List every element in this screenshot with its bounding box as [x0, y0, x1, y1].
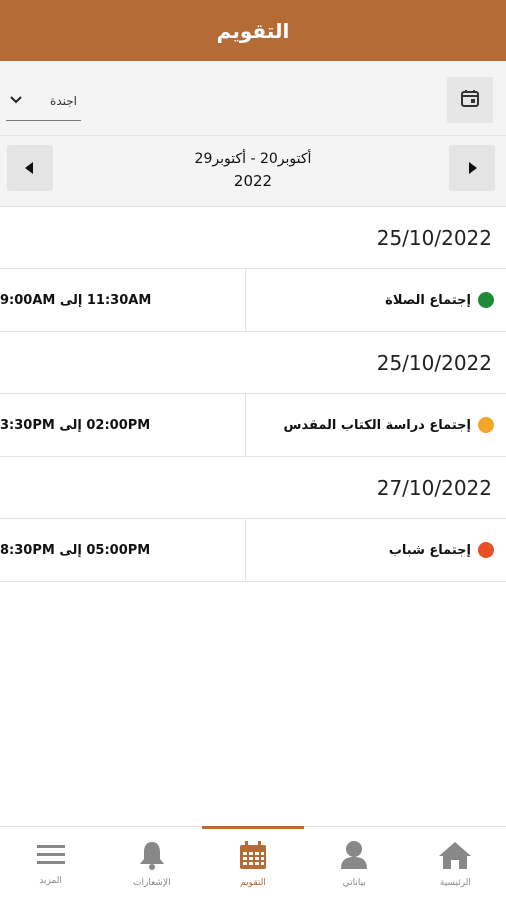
next-range-button[interactable] [449, 145, 495, 191]
tab-home-label: الرئيسية [439, 877, 471, 888]
agenda-date-header: 25/10/2022 [0, 332, 506, 394]
event-time: 05:00PM إلى 8:30PM [0, 519, 246, 581]
user-icon [340, 840, 368, 874]
event-color-dot [478, 417, 494, 433]
home-icon [438, 840, 472, 874]
page-title: التقويم [216, 18, 290, 43]
agenda-list: 25/10/2022 11:30AM إلى 9:00AM إجتماع الص… [0, 207, 506, 582]
event-title: إجتماع دراسة الكتاب المقدس [283, 417, 471, 433]
bell-icon [138, 840, 166, 874]
tab-calendar[interactable]: التقويم [202, 826, 304, 900]
event-title-cell: إجتماع شباب [246, 519, 506, 581]
event-time: 02:00PM إلى 3:30PM [0, 394, 246, 456]
app-bar: التقويم [0, 0, 506, 61]
event-title: إجتماع الصلاة [385, 292, 471, 308]
tab-notifications-label: الإشعارات [133, 877, 171, 888]
event-title-cell: إجتماع الصلاة [246, 269, 506, 331]
triangle-right-icon [467, 159, 477, 178]
tab-my-data[interactable]: بياناتي [304, 827, 405, 900]
agenda-event-row[interactable]: 11:30AM إلى 9:00AM إجتماع الصلاة [0, 269, 506, 332]
agenda-date-header: 25/10/2022 [0, 207, 506, 269]
date-range-navigator: أكتوبر20 - أكتوبر29 2022 [0, 136, 506, 207]
tab-more[interactable]: المزيد [0, 827, 101, 900]
view-select[interactable]: اجندة [6, 81, 81, 121]
menu-icon [36, 842, 66, 872]
date-range-dates: أكتوبر20 - أكتوبر29 [194, 151, 312, 167]
calendar-picker-button[interactable] [447, 77, 493, 123]
tab-calendar-label: التقويم [240, 877, 266, 888]
event-title-cell: إجتماع دراسة الكتاب المقدس [246, 394, 506, 456]
event-time: 11:30AM إلى 9:00AM [0, 269, 246, 331]
event-title: إجتماع شباب [388, 542, 471, 558]
tab-my-data-label: بياناتي [342, 877, 366, 888]
bottom-navigation: المزيد الإشعارات التقويم بياناتي الرئيسي… [0, 826, 506, 900]
agenda-event-row[interactable]: 05:00PM إلى 8:30PM إجتماع شباب [0, 519, 506, 582]
agenda-event-row[interactable]: 02:00PM إلى 3:30PM إجتماع دراسة الكتاب ا… [0, 394, 506, 457]
chevron-down-icon [10, 91, 22, 110]
calendar-icon [239, 840, 267, 874]
view-select-value: اجندة [50, 93, 77, 108]
date-range-year: 2022 [233, 172, 273, 190]
tab-more-label: المزيد [39, 875, 62, 886]
event-color-dot [478, 542, 494, 558]
date-range-label: أكتوبر20 - أكتوبر29 2022 [0, 148, 506, 192]
event-color-dot [478, 292, 494, 308]
calendar-icon [460, 88, 480, 112]
agenda-date-header: 27/10/2022 [0, 457, 506, 519]
tab-notifications[interactable]: الإشعارات [101, 827, 202, 900]
filter-row: اجندة [0, 61, 506, 136]
tab-home[interactable]: الرئيسية [405, 827, 506, 900]
